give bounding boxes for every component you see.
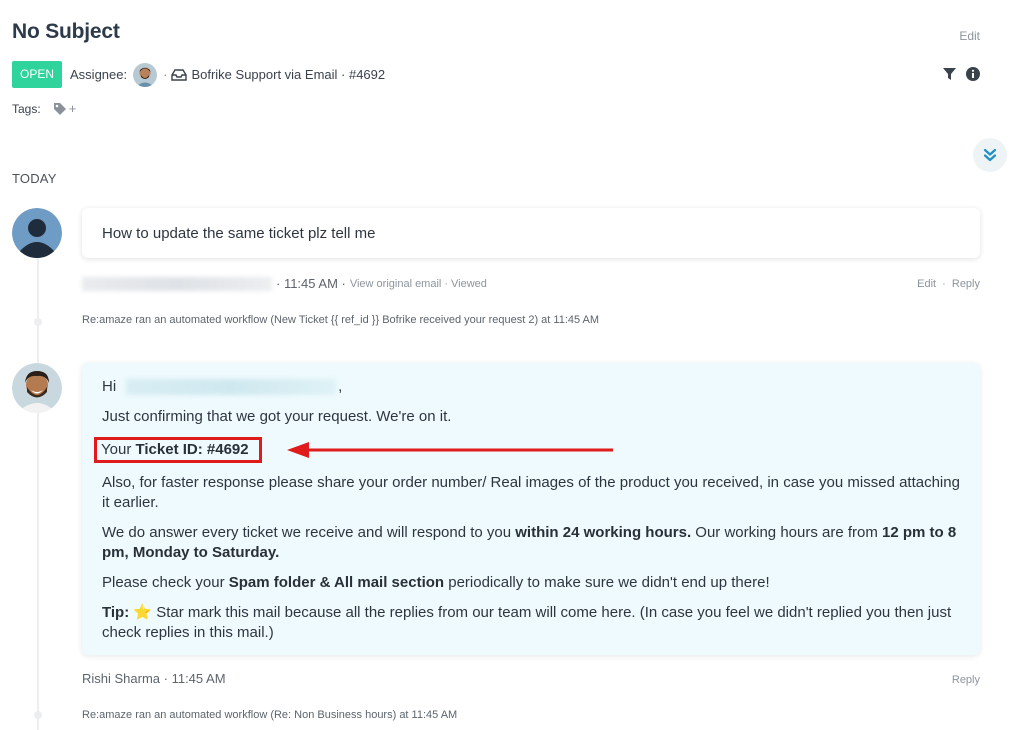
spam-text-a: Please check your [102,574,229,591]
agent-message: Hi, Just confirming that we got your req… [82,363,980,655]
redacted-name [126,379,337,396]
expand-all-button[interactable] [973,138,1007,172]
ticket-meta: OPEN Assignee: · Bofrike Support via Ema… [12,61,385,88]
hours-text-a: We do answer every ticket we receive and… [102,524,516,541]
ticket-id-prefix: Your [101,441,132,458]
tip-label: Tip: [102,604,130,621]
filter-icon[interactable] [943,67,956,81]
greeting-comma: , [338,378,343,395]
spam-line: Please check your Spam folder & All mail… [102,573,960,593]
annotation-arrow [287,442,613,458]
viewed-status: Viewed [451,277,487,290]
message-actions: Edit · Reply [917,278,980,290]
day-divider: TODAY [12,171,57,186]
ticket-title: No Subject [12,20,120,43]
separator-dot: · [942,278,946,290]
inbox-icon [171,68,188,81]
edit-message-link[interactable]: Edit [917,278,936,290]
timeline-line [37,258,39,730]
tag-icon[interactable] [53,102,67,116]
add-tag-button[interactable]: + [69,101,77,116]
tags-row: Tags: + [12,101,76,116]
timeline-dot [34,318,42,326]
view-original-email-link[interactable]: View original email [350,278,442,290]
info-icon[interactable] [966,67,980,81]
reply-link[interactable]: Reply [952,278,980,290]
greeting-word: Hi [102,378,117,395]
hours-text-c: Our working hours are from [691,524,883,541]
header-actions [943,67,980,81]
ticket-id-value: Ticket ID: #4692 [135,441,249,458]
status-badge[interactable]: OPEN [12,61,63,88]
hours-line: We do answer every ticket we receive and… [102,523,960,563]
separator-dot: · [163,67,168,82]
workflow-note: Re:amaze ran an automated workflow (Re: … [82,709,458,721]
redacted-email [82,276,272,291]
message-time: · 11:45 AM · [276,276,346,291]
tip-text: Star mark this mail because all the repl… [102,604,952,641]
workflow-note: Re:amaze ran an automated workflow (New … [82,314,600,326]
edit-title-link[interactable]: Edit [959,29,980,43]
agent-meta: Rishi Sharma · 11:45 AM [82,671,226,686]
agent-message-actions: Reply [952,674,980,686]
star-icon: ⭐ [133,604,153,621]
tags-label: Tags: [12,101,41,116]
agent-author-time: Rishi Sharma · 11:45 AM [82,671,226,686]
hours-text-b: within 24 working hours. [515,524,692,541]
assignee-label: Assignee: [70,67,128,82]
order-request-line: Also, for faster response please share y… [102,474,960,511]
tip-line: Tip: ⭐ Star mark this mail because all t… [102,603,960,643]
timeline-dot [34,711,42,719]
assignee-avatar[interactable] [133,62,158,87]
customer-message: How to update the same ticket plz tell m… [82,208,980,258]
ticket-id-highlight: Your Ticket ID: #4692 [94,437,262,463]
customer-avatar[interactable] [12,208,62,258]
separator-dot: · [444,277,449,290]
message-body: How to update the same ticket plz tell m… [102,224,376,242]
spam-text-c: periodically to make sure we didn't end … [444,574,770,591]
spam-text-b: Spam folder & All mail section [228,574,445,591]
message-meta: · 11:45 AM · View original email · Viewe… [82,276,487,291]
double-chevron-down-icon [983,148,997,162]
agent-avatar[interactable] [12,363,62,413]
channel-label[interactable]: Bofrike Support via Email · #4692 [191,67,385,82]
reply-link[interactable]: Reply [952,674,980,686]
confirm-line: Just confirming that we got your request… [102,408,452,425]
greeting-line: Hi, [102,377,960,397]
